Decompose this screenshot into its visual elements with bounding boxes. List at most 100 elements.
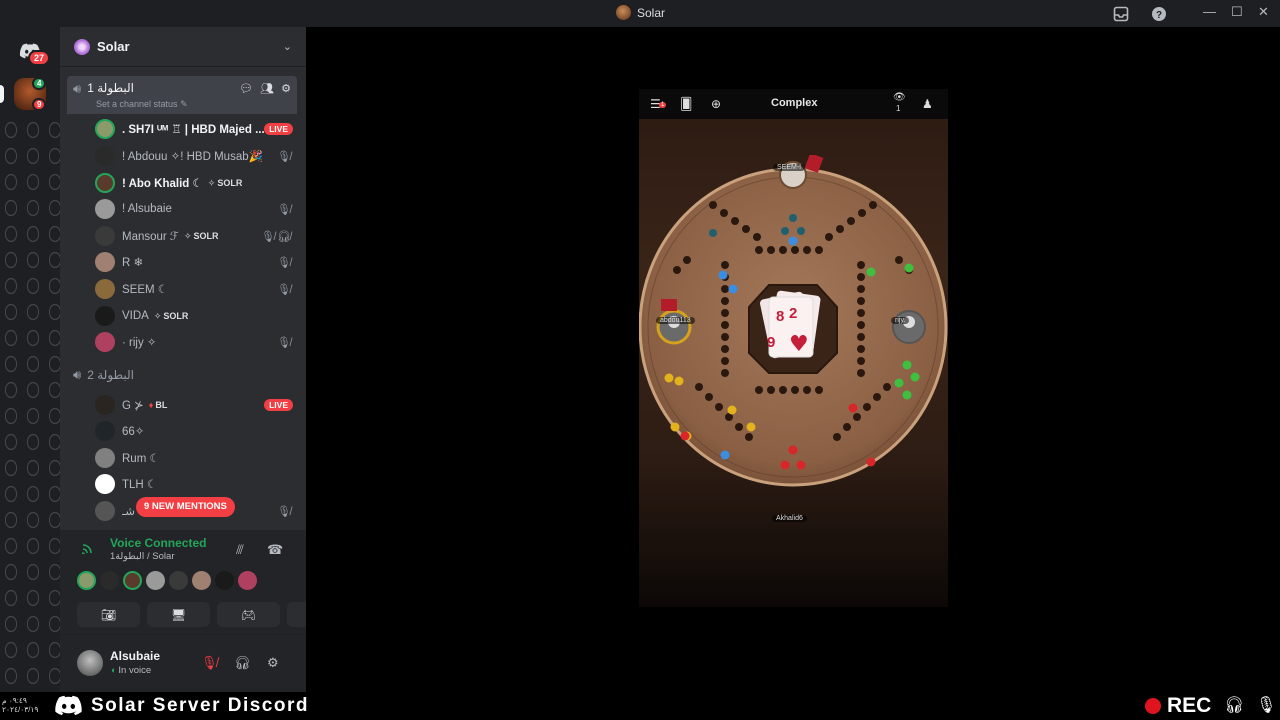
voice-member[interactable]: Rum ☾ [95,446,297,470]
member-name: ! Abdouu ✧! HBD Musab🎉 [122,151,263,163]
signal-icon[interactable] [81,542,96,557]
voice-member[interactable]: TLH ☾ [95,472,297,496]
mic-muted-button[interactable]: 🎙︎̸ [201,655,218,671]
voice-member[interactable]: ! Alsubaie 🎙︎̸ [95,197,297,221]
card-rank: 9 [767,334,775,351]
member-name: ! Abo Khalid ☾ [122,178,203,190]
voice-member[interactable]: ! Abo Khalid ☾ ✧ SOLR [95,171,297,195]
member-name: ! Alsubaie [122,203,172,215]
voice-participants [77,571,257,590]
avatar [95,173,115,193]
clan-tag-text: BL [155,400,168,410]
member-name: TLH ☾ [122,479,158,491]
clock-time: ٠٩:٤٩ م [2,696,27,705]
avatar[interactable] [238,571,257,590]
voice-location[interactable]: البطولة1 / Solar [110,551,175,562]
avatar[interactable] [77,650,103,676]
member-name: R ❄ [122,257,144,269]
close-icon[interactable]: ✕ [1258,4,1269,20]
screen-share-icon: 🖥︎ [170,607,187,622]
channel-status[interactable]: Set a channel status ✎ [96,99,188,110]
disconnect-icon[interactable]: ☎ [267,542,283,558]
discord-logo-icon [55,695,82,716]
minimize-icon[interactable]: — [1203,4,1216,19]
screen-share-button[interactable]: 🖥︎ [147,602,210,627]
voice-status[interactable]: Voice Connected [110,536,206,550]
voice-channel-2[interactable]: 🔊︎ البطولة 2 [67,364,297,386]
inbox-icon[interactable] [1112,5,1130,23]
voice-member[interactable]: · rijy ✧ 🎙︎̸ [95,330,297,354]
voice-member[interactable]: VIDA ✧ SOLR [95,304,297,328]
avatar[interactable] [146,571,165,590]
cards-icon[interactable]: 🂠 [680,97,692,111]
title-bar: Solar ? — ☐ ✕ [0,0,1280,27]
voice-status-icon: ◖ [110,665,116,676]
avatar[interactable] [192,571,211,590]
speaker-icon: 🔊︎ [73,81,82,96]
server-header[interactable]: Solar ⌄ [60,27,306,67]
headphones-icon: 🎧︎ [1224,697,1245,714]
avatar [95,306,115,326]
server-badge-icon [74,38,90,55]
player-label-left: abdou113 [656,317,695,324]
member-name: 66✧ [122,426,145,438]
camera-off-button[interactable]: 📷︎ [77,602,140,627]
avatar [95,395,115,415]
voice-member[interactable]: 66✧ [95,419,297,443]
voice-member[interactable]: R ❄ 🎙︎̸ [95,250,297,274]
speaker-icon: 🔊︎ [73,367,82,382]
add-member-icon[interactable]: 👥︎ [260,82,274,95]
server-icon [616,5,631,20]
voice-member[interactable]: G ⊁ ♦ BL LIVE [95,393,297,417]
voice-member[interactable]: SEEM ☾ 🎙︎̸ [95,277,297,301]
player-label-top: SEEM-I [773,164,806,171]
user-settings-icon[interactable]: ⚙ [267,655,279,671]
live-badge: LIVE [264,123,293,135]
stream-view[interactable]: ☰ 1 🂠 ⊕ Complex 👁︎ 1 ♟ 8 2 9 ♥ SEEM-I ab… [306,27,1280,692]
avatar[interactable] [100,571,119,590]
activities-button[interactable]: 🎮︎ [217,602,280,627]
heart-suit-icon: ♥ [789,332,809,357]
clan-tag-text: SOLR [217,178,243,188]
clan-tag-icon: ✧ [153,310,162,321]
server-rail: 27 4 9 [0,27,60,692]
gamepad-icon: 🎮︎ [240,607,257,622]
member-name: Mansour ℱ [122,231,179,243]
new-mentions-button[interactable]: 9 NEW MENTIONS [136,497,235,517]
voice-channel-1-name: البطولة 1 [87,81,134,95]
avatar[interactable] [215,571,234,590]
dm-badge: 27 [28,50,51,66]
avatar [95,199,115,219]
maximize-icon[interactable]: ☐ [1231,4,1243,20]
mic-muted-icon: 🎙︎̸ [277,336,291,349]
username[interactable]: Alsubaie [110,649,160,663]
avatar[interactable] [169,571,188,590]
server-name: Solar [97,39,130,54]
microphone-icon: 🎙︎ [1256,697,1277,714]
avatar [95,474,115,494]
settings-icon[interactable]: ⚙ [281,82,291,95]
avatar [95,421,115,441]
voice-member[interactable]: . SH7I ᵁᴹ ♖ | HBD Majed ... LIVE [95,117,297,141]
window-title-text: Solar [637,5,666,20]
mic-muted-icon: 🎙︎̸ [261,230,275,243]
headphones-deafened-icon: 🎧︎̸ [277,230,291,243]
voice-member[interactable]: ! Abdouu ✧! HBD Musab🎉 🎙︎̸ [95,144,297,168]
chat-icon[interactable]: 💬︎ [239,82,253,95]
noise-suppression-icon[interactable]: ⫻ [236,542,244,558]
voice-member[interactable]: Mansour ℱ ✧ SOLR 🎙︎̸ 🎧︎̸ [95,224,297,248]
player-label-bottom: Akhalid6 [772,515,807,522]
avatar[interactable] [123,571,142,590]
member-name: VIDA [122,310,149,322]
mic-muted-icon: 🎙︎̸ [277,150,291,163]
headphones-icon[interactable]: 🎧︎ [234,655,251,671]
avatar[interactable] [77,571,96,590]
help-icon[interactable]: ? [1150,5,1168,23]
clock-date: ٢٠٢٤/٠٣/١٩ [2,705,39,714]
chevron-down-icon[interactable]: ⌄ [283,40,292,53]
target-icon[interactable]: ⊕ [711,97,721,111]
player-icon[interactable]: ♟ [922,97,933,111]
menu-badge: 1 [659,102,667,108]
clan-tag-icon: ✧ [207,177,216,188]
card-rank: 8 [776,308,784,325]
